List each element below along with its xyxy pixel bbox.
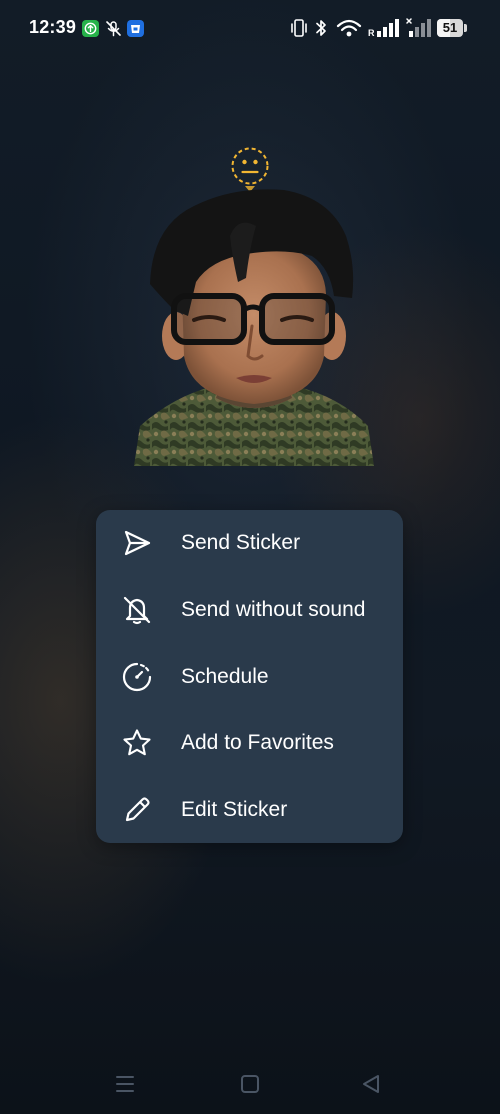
wifi-icon (336, 19, 362, 37)
vibrate-icon (291, 19, 307, 37)
pencil-icon (125, 797, 150, 822)
menu-item-label: Send without sound (181, 598, 366, 621)
sticker-context-menu: Send Sticker Send without sound Schedule… (96, 510, 403, 843)
star-icon (123, 729, 151, 756)
bell-off-icon (123, 596, 151, 625)
back-icon[interactable] (358, 1070, 386, 1098)
send-without-sound-item[interactable]: Send without sound (96, 577, 403, 643)
status-bar: 12:39 R 51 (0, 0, 500, 56)
status-time: 12:39 (29, 17, 77, 37)
send-icon (124, 530, 151, 556)
home-icon[interactable] (236, 1070, 264, 1098)
upload-app-icon (82, 20, 99, 37)
signal-x-icon (406, 18, 431, 37)
schedule-item[interactable]: Schedule (96, 644, 403, 710)
blue-app-icon (127, 20, 144, 37)
svg-text:R: R (368, 28, 375, 38)
sticker-image (134, 189, 374, 466)
edit-sticker-item[interactable]: Edit Sticker (96, 777, 403, 843)
menu-item-label: Add to Favorites (181, 731, 334, 754)
signal-r-icon: R (368, 19, 399, 38)
neutral-face-emoji (231, 147, 269, 185)
menu-item-label: Edit Sticker (181, 798, 288, 821)
battery-icon: 51 (437, 19, 467, 37)
menu-item-label: Schedule (181, 665, 269, 688)
menu-icon[interactable] (111, 1070, 139, 1098)
mic-muted-icon (106, 21, 121, 37)
send-sticker-item[interactable]: Send Sticker (96, 510, 403, 576)
bluetooth-icon (316, 20, 326, 36)
add-to-favorites-item[interactable]: Add to Favorites (96, 710, 403, 776)
battery-level: 51 (442, 20, 458, 35)
schedule-icon (122, 662, 152, 692)
menu-item-label: Send Sticker (181, 531, 301, 554)
